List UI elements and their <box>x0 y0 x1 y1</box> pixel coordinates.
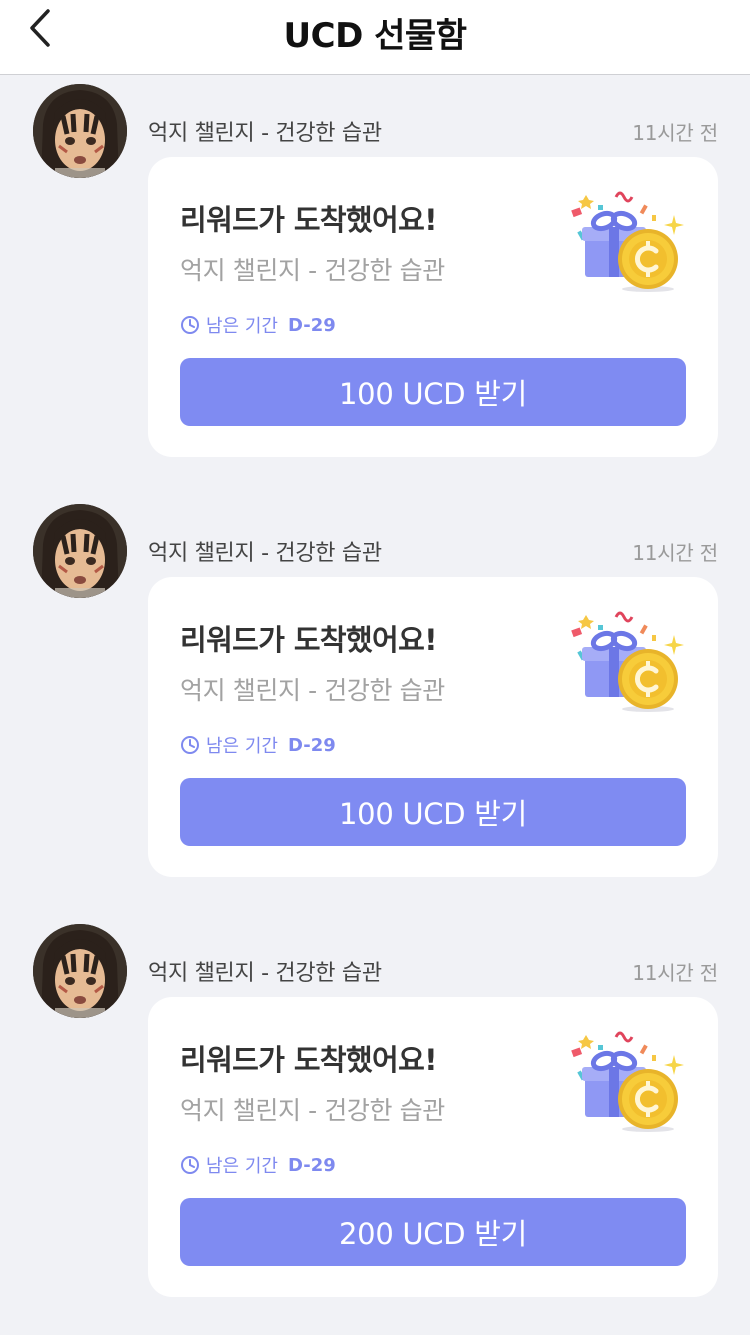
clock-icon <box>180 1155 200 1175</box>
timestamp: 11시간 전 <box>632 961 718 985</box>
gift-list: 억지 챌린지 - 건강한 습관 11시간 전 리워드가 도착했어요! 억지 챌린… <box>0 75 750 1335</box>
deadline-label: 남은 기간 <box>206 736 278 757</box>
app-header: UCD 선물함 <box>0 0 750 75</box>
reward-subtitle: 억지 챌린지 - 건강한 습관 <box>180 256 445 285</box>
deadline: 남은 기간 D-29 <box>180 733 336 757</box>
deadline-label: 남은 기간 <box>206 1156 278 1177</box>
reward-title: 리워드가 도착했어요! <box>180 203 437 237</box>
page-title: UCD 선물함 <box>283 16 467 56</box>
avatar <box>33 504 127 598</box>
claim-reward-button[interactable]: 100 UCD 받기 <box>180 358 686 426</box>
deadline: 남은 기간 D-29 <box>180 1153 336 1177</box>
deadline-value: D-29 <box>287 1154 336 1176</box>
avatar <box>33 924 127 1018</box>
deadline: 남은 기간 D-29 <box>180 313 336 337</box>
timestamp: 11시간 전 <box>632 541 718 565</box>
deadline-value: D-29 <box>287 734 336 756</box>
reward-card: 리워드가 도착했어요! 억지 챌린지 - 건강한 습관 남은 기간 D-29 <box>148 157 718 457</box>
avatar <box>33 84 127 178</box>
gift-item: 억지 챌린지 - 건강한 습관 11시간 전 리워드가 도착했어요! 억지 챌린… <box>0 915 750 1335</box>
challenge-name: 억지 챌린지 - 건강한 습관 <box>148 121 382 146</box>
timestamp: 11시간 전 <box>632 121 718 145</box>
reward-title: 리워드가 도착했어요! <box>180 1043 437 1077</box>
gift-item: 억지 챌린지 - 건강한 습관 11시간 전 리워드가 도착했어요! 억지 챌린… <box>0 75 750 495</box>
reward-card: 리워드가 도착했어요! 억지 챌린지 - 건강한 습관 남은 기간 D-29 <box>148 577 718 877</box>
reward-subtitle: 억지 챌린지 - 건강한 습관 <box>180 1096 445 1125</box>
gift-coin-icon <box>566 1027 684 1132</box>
claim-reward-button[interactable]: 100 UCD 받기 <box>180 778 686 846</box>
challenge-name: 억지 챌린지 - 건강한 습관 <box>148 961 382 986</box>
challenge-name: 억지 챌린지 - 건강한 습관 <box>148 541 382 566</box>
reward-card: 리워드가 도착했어요! 억지 챌린지 - 건강한 습관 남은 기간 D-29 <box>148 997 718 1297</box>
claim-reward-button[interactable]: 200 UCD 받기 <box>180 1198 686 1266</box>
gift-coin-icon <box>566 187 684 292</box>
deadline-label: 남은 기간 <box>206 316 278 337</box>
reward-title: 리워드가 도착했어요! <box>180 623 437 657</box>
gift-item: 억지 챌린지 - 건강한 습관 11시간 전 리워드가 도착했어요! 억지 챌린… <box>0 495 750 915</box>
clock-icon <box>180 735 200 755</box>
deadline-value: D-29 <box>287 314 336 336</box>
clock-icon <box>180 315 200 335</box>
reward-subtitle: 억지 챌린지 - 건강한 습관 <box>180 676 445 705</box>
gift-coin-icon <box>566 607 684 712</box>
